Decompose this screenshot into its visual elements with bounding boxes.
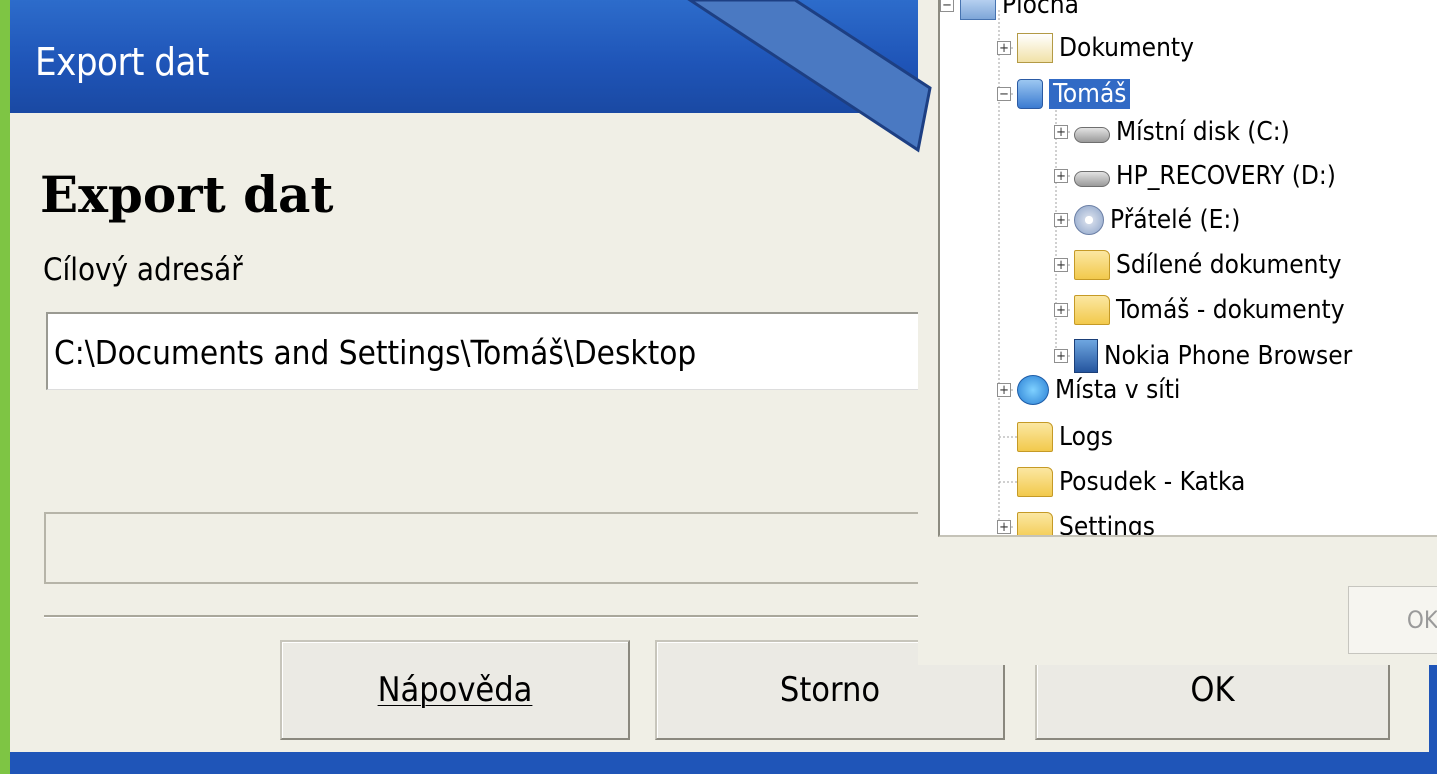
tree-item-label: Plocha	[1002, 0, 1079, 20]
hard-drive-icon	[1074, 171, 1110, 187]
tree-item-label: Tomáš - dokumenty	[1116, 295, 1345, 325]
expand-icon[interactable]: +	[1054, 169, 1068, 183]
expand-icon[interactable]: +	[997, 41, 1011, 55]
window-title: Export dat	[35, 40, 209, 84]
expand-icon[interactable]: +	[997, 383, 1011, 397]
network-icon	[1017, 375, 1049, 405]
folder-icon	[1017, 512, 1053, 535]
tree-item-logs[interactable]: Logs	[1017, 416, 1113, 458]
browser-ok-button[interactable]: OK	[1348, 586, 1437, 654]
folder-icon	[1074, 295, 1110, 325]
folder-icon	[1017, 467, 1053, 497]
tree-item-plocha[interactable]: − Plocha	[940, 0, 1079, 26]
expand-icon[interactable]: +	[1054, 125, 1068, 139]
cd-drive-icon	[1074, 205, 1104, 235]
tree-item-settings[interactable]: + Settings	[997, 506, 1155, 537]
expand-icon[interactable]: +	[1054, 258, 1068, 272]
tree-item-label: Nokia Phone Browser	[1104, 341, 1353, 371]
expand-icon[interactable]: +	[997, 520, 1011, 534]
tree-item-label: Posudek - Katka	[1059, 467, 1246, 497]
progress-bar	[44, 512, 946, 584]
hard-drive-icon	[1074, 127, 1110, 143]
documents-folder-icon	[1017, 33, 1053, 63]
tree-item-label: Logs	[1059, 422, 1113, 452]
folder-browser-panel: − Plocha + Dokumenty − Tomáš + Místní di…	[918, 0, 1437, 665]
collapse-icon[interactable]: −	[940, 0, 954, 12]
ok-button-label: OK	[1190, 670, 1235, 710]
collapse-icon[interactable]: −	[997, 87, 1011, 101]
desktop-icon	[960, 0, 996, 20]
folder-icon	[1074, 250, 1110, 280]
tree-item-label: Místa v síti	[1055, 375, 1181, 405]
tree-item-mista-v-siti[interactable]: + Místa v síti	[997, 369, 1180, 411]
phone-icon	[1074, 339, 1098, 373]
expand-icon[interactable]: +	[1054, 303, 1068, 317]
tree-item-local-disk[interactable]: + Místní disk (C:)	[1054, 111, 1290, 153]
target-dir-input[interactable]: C:\Documents and Settings\Tomáš\Desktop	[46, 312, 946, 390]
tree-item-sdilene[interactable]: + Sdílené dokumenty	[1054, 244, 1342, 286]
tree-item-label: Místní disk (C:)	[1116, 117, 1290, 147]
folder-tree[interactable]: − Plocha + Dokumenty − Tomáš + Místní di…	[938, 0, 1437, 537]
cancel-button-label: Storno	[779, 670, 881, 710]
browser-ok-label: OK	[1406, 606, 1437, 634]
tree-item-hp-recovery[interactable]: + HP_RECOVERY (D:)	[1054, 155, 1336, 197]
tree-item-label: Sdílené dokumenty	[1116, 250, 1342, 280]
help-button-label: Nápověda	[377, 670, 533, 710]
tree-item-label: HP_RECOVERY (D:)	[1116, 161, 1336, 191]
expand-icon[interactable]: +	[1054, 213, 1068, 227]
tree-item-dokumenty[interactable]: + Dokumenty	[997, 27, 1194, 69]
tree-item-tomas-dokumenty[interactable]: + Tomáš - dokumenty	[1054, 289, 1345, 331]
tree-item-label: Settings	[1059, 512, 1155, 537]
computer-icon	[1017, 79, 1043, 109]
folder-icon	[1017, 422, 1053, 452]
target-dir-label: Cílový adresář	[43, 252, 243, 288]
tree-item-tomas[interactable]: − Tomáš	[997, 73, 1131, 115]
tree-item-label: Tomáš	[1049, 79, 1131, 109]
tree-item-pratele[interactable]: + Přátelé (E:)	[1054, 199, 1240, 241]
expand-icon[interactable]: +	[1054, 349, 1068, 363]
page-title: Export dat	[40, 165, 334, 224]
window-frame-bottom	[10, 752, 1437, 774]
tree-item-label: Přátelé (E:)	[1110, 205, 1241, 235]
help-button[interactable]: Nápověda	[280, 640, 630, 740]
tree-item-label: Dokumenty	[1059, 33, 1194, 63]
tree-item-posudek[interactable]: Posudek - Katka	[1017, 461, 1245, 503]
